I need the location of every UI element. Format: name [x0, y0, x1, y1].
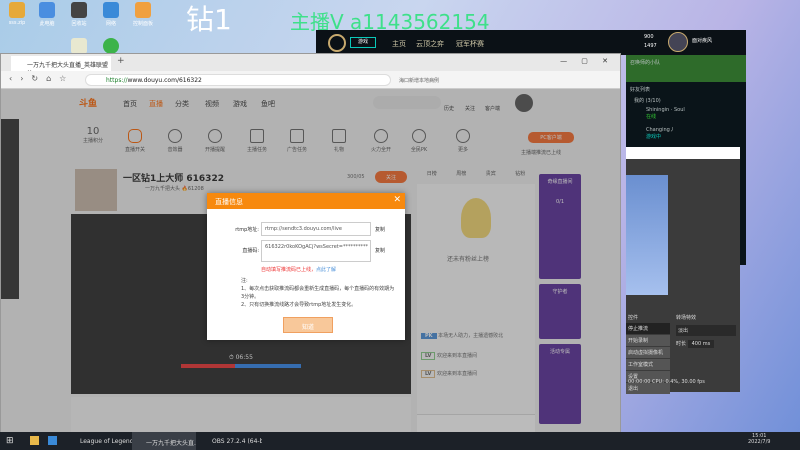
- virtual-camera-button[interactable]: 启动虚拟摄像机: [626, 347, 670, 358]
- browser-tab[interactable]: 一万九千把大头直播_英雄联盟 ×: [11, 56, 111, 76]
- transition-select[interactable]: 淡出: [676, 325, 736, 336]
- taskbar: ⊞ League of Legends 一万九千把大头直... OBS 27.2…: [0, 432, 800, 450]
- blue-essence: 900: [644, 34, 654, 40]
- desktop-icon[interactable]: sss.zip: [0, 2, 34, 26]
- nav-buttons[interactable]: ‹›↻⌂☆: [9, 74, 74, 83]
- desktop-icon[interactable]: 控制面板: [126, 2, 160, 27]
- ok-button[interactable]: 知道: [283, 317, 333, 333]
- friends-header: 好友列表: [630, 87, 651, 93]
- lol-nav-home[interactable]: 主页: [392, 39, 406, 49]
- taskbar-browser[interactable]: 一万九千把大头直...: [132, 432, 196, 450]
- window-controls[interactable]: — ▢ ✕: [560, 57, 614, 65]
- taskbar-lol[interactable]: League of Legends: [66, 432, 137, 450]
- stream-info-dialog: 直播信息 ✕ rtmp地址: rtmp://sendtc3.douyu.com/l…: [207, 193, 405, 340]
- friend-item[interactable]: Changing丿 游戏中: [626, 123, 746, 143]
- watermark: 钻1: [186, 3, 232, 36]
- friend-group[interactable]: 我的 (3/10): [626, 97, 746, 104]
- learn-more-link[interactable]: 点此了解: [316, 267, 336, 273]
- start-icon[interactable]: ⊞: [6, 430, 14, 448]
- browser-search[interactable]: 海口新增本地病例: [396, 74, 486, 86]
- rtmp-url-field[interactable]: rtmp://sendtc3.douyu.com/live: [261, 222, 371, 236]
- duration-input[interactable]: 400 ms: [687, 340, 715, 348]
- party-panel[interactable]: 召唤师的小队: [626, 55, 746, 82]
- play-button[interactable]: 游戏: [350, 37, 376, 48]
- desktop-icon[interactable]: 此电脑: [30, 2, 64, 27]
- app-icon[interactable]: [48, 436, 57, 445]
- lol-nav-clash[interactable]: 冠军杯赛: [456, 39, 484, 49]
- clock[interactable]: 15:01 2022/7/9: [748, 433, 770, 445]
- new-tab-button[interactable]: +: [117, 56, 125, 66]
- copy-key-button[interactable]: 复制: [375, 247, 385, 254]
- player-name: 面对疾风: [692, 38, 713, 44]
- dialog-title: 直播信息: [215, 198, 243, 206]
- lol-client-header: 游戏 主页 云顶之弈 冠军杯赛 900 1497 面对疾风: [316, 30, 746, 55]
- start-recording-button[interactable]: 开始录制: [626, 335, 670, 346]
- address-bar[interactable]: https://www.douyu.com/616322: [85, 74, 391, 86]
- obs-preview: [626, 175, 668, 295]
- friend-item[interactable]: Shiningin · Soul 在线: [626, 104, 746, 123]
- avatar[interactable]: [668, 32, 688, 52]
- notes: 注: 1、每次点击获取推流码都会重新生成直播码，每个直播码的有效期为3分钟。 2…: [241, 278, 395, 308]
- copy-rtmp-button[interactable]: 复制: [375, 226, 385, 233]
- lol-logo-icon: [328, 34, 346, 52]
- taskbar-obs[interactable]: OBS 27.2.4 (64-bi...: [198, 432, 262, 450]
- lol-nav-tft[interactable]: 云顶之弈: [416, 39, 444, 49]
- file-explorer-icon[interactable]: [30, 436, 39, 445]
- desktop-icon[interactable]: 回收站: [62, 2, 96, 27]
- desktop-icon[interactable]: 网络: [94, 2, 128, 27]
- obs-transitions: 转场特效 淡出 时长 400 ms: [674, 312, 738, 349]
- obs-status: 00:00:00 CPU: 0.4%, 30.00 fps: [628, 379, 705, 385]
- riot-points: 1497: [644, 43, 657, 49]
- auto-fill-notice: 自动填写推流码已上线，点此了解: [261, 267, 337, 273]
- close-icon[interactable]: ✕: [393, 195, 401, 205]
- obs-window: 控件 停止推流 开始录制 启动虚拟摄像机 工作室模式 设置 退出 转场特效 淡出…: [626, 147, 740, 394]
- studio-mode-button[interactable]: 工作室模式: [626, 359, 670, 370]
- stream-key-field[interactable]: 616322r0koKOgACj?wsSecret=**********: [261, 240, 371, 262]
- stop-streaming-button[interactable]: 停止推流: [626, 323, 670, 334]
- obs-titlebar: [626, 147, 740, 159]
